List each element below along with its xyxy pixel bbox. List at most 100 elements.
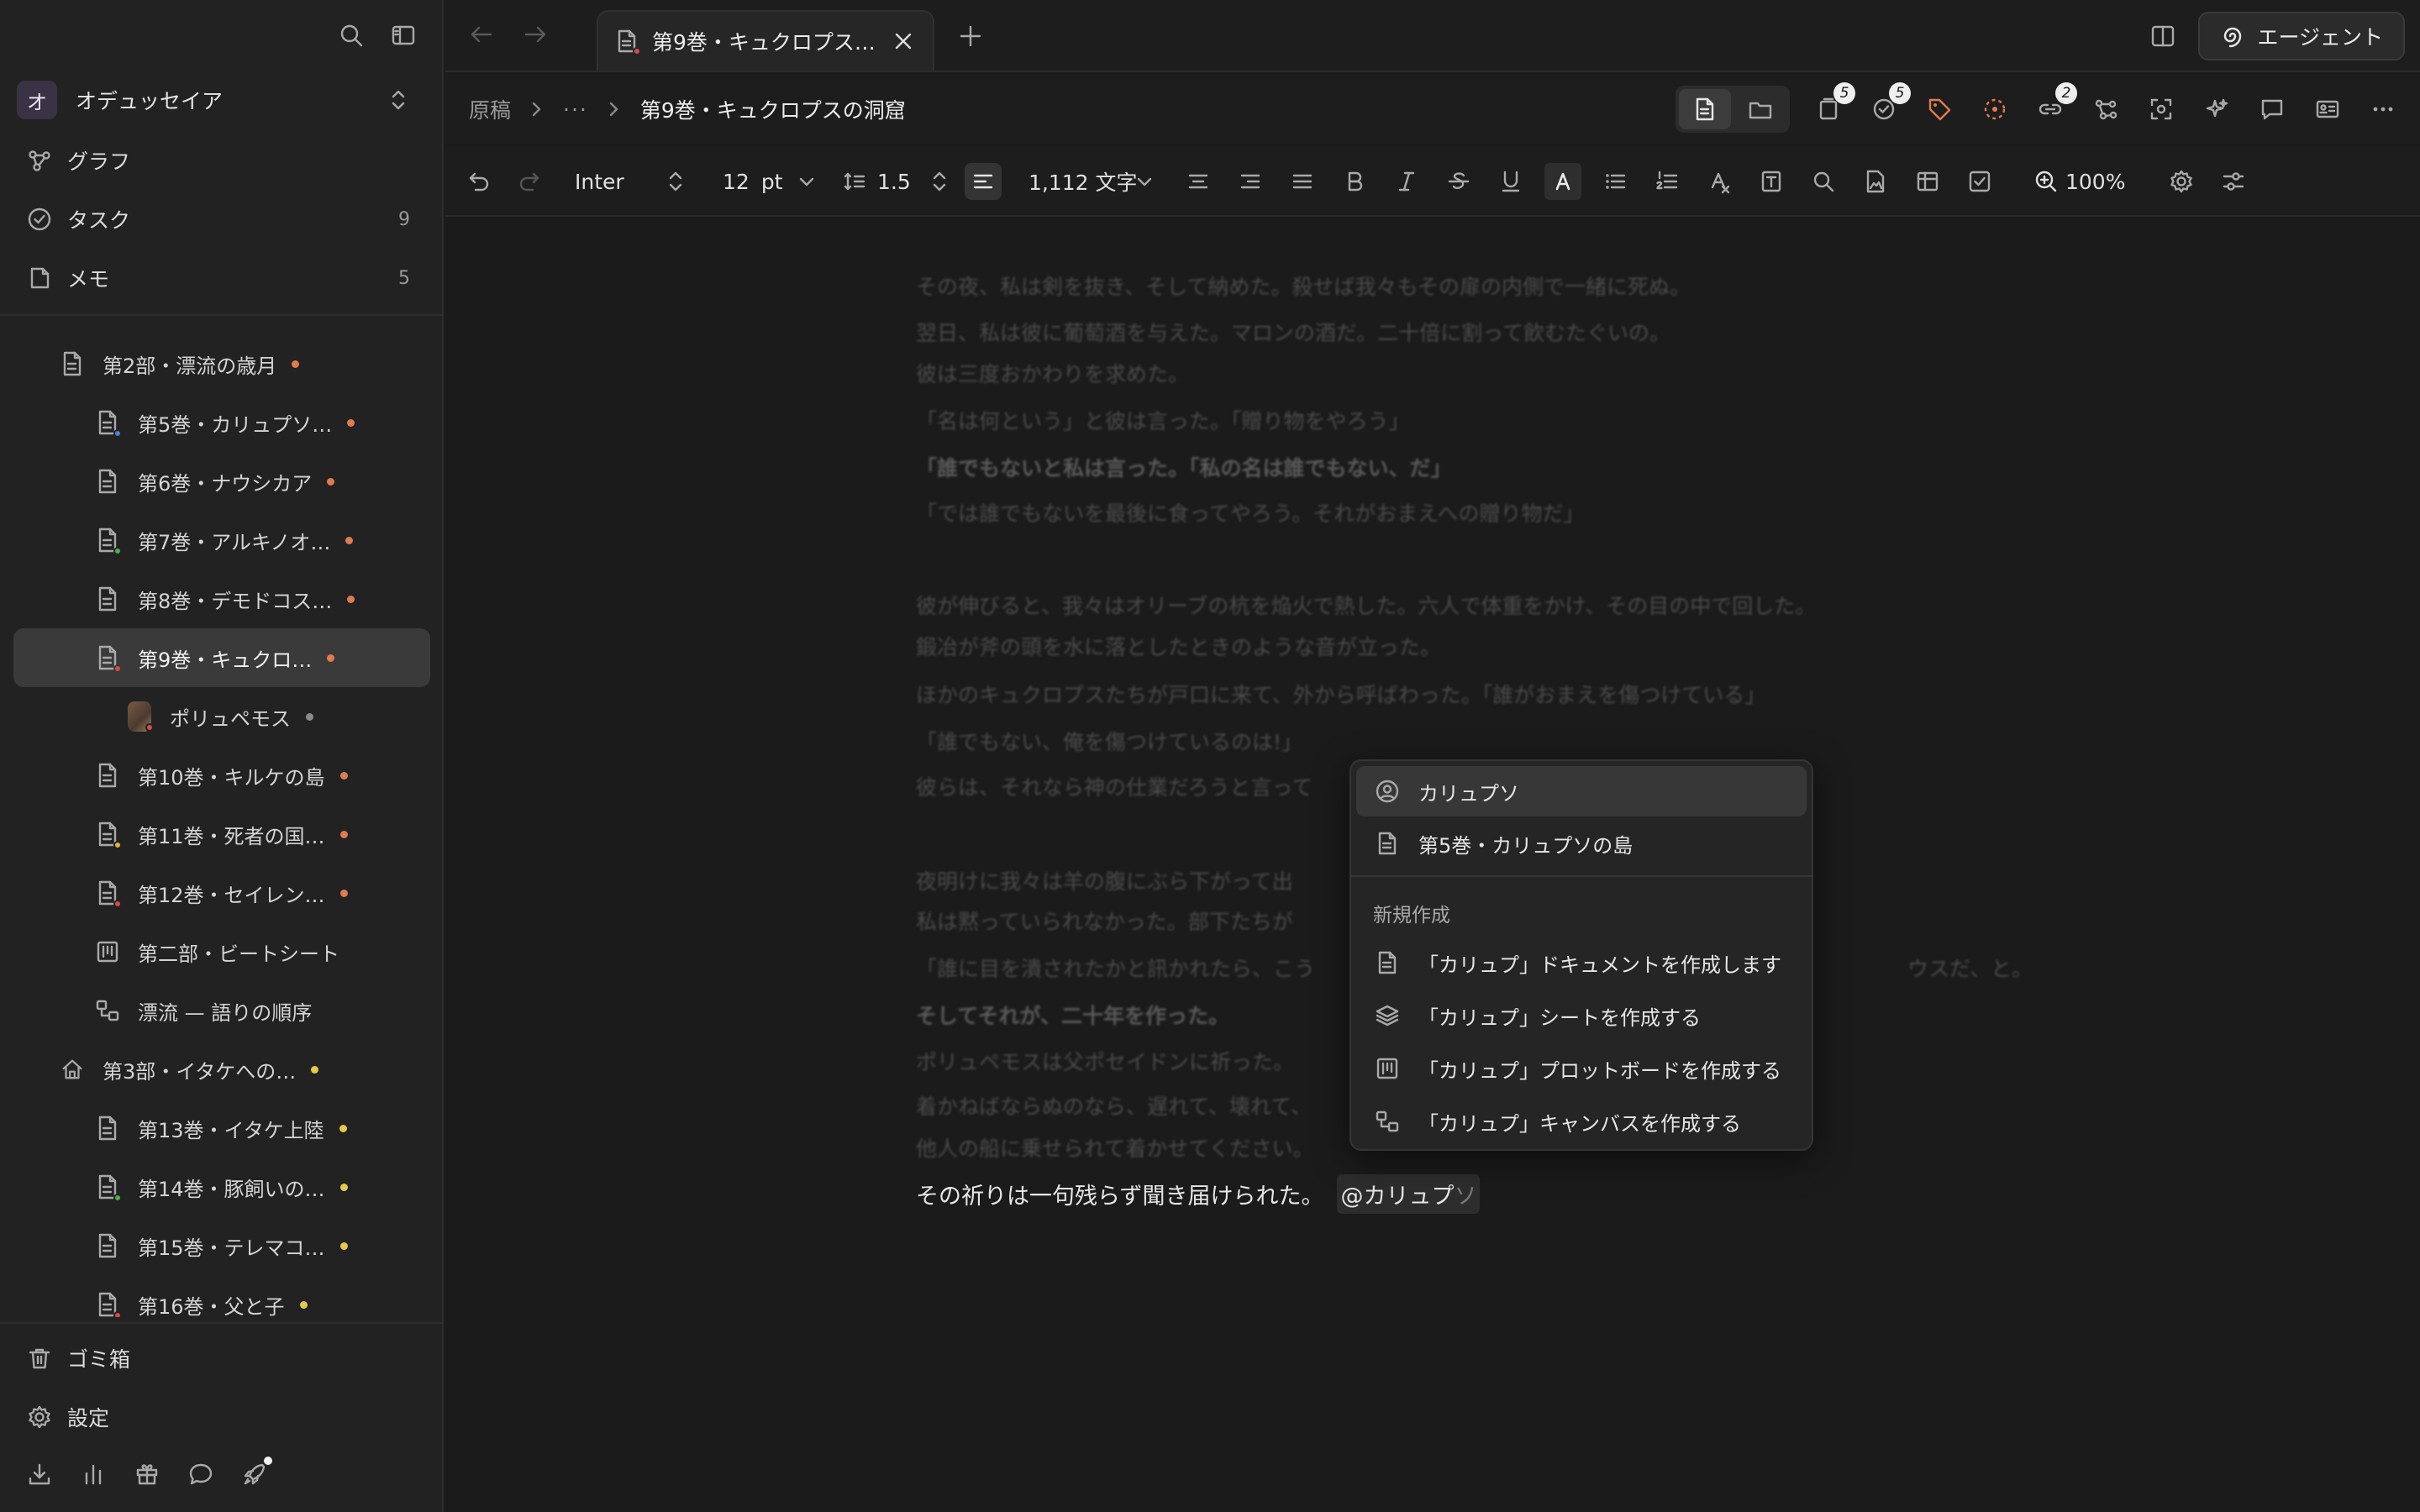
tree-item[interactable]: 第13巻・イタケ上陸 bbox=[0, 1099, 444, 1158]
search-icon[interactable] bbox=[338, 22, 365, 49]
tree-item[interactable]: 第15巻・テレマコ… bbox=[0, 1216, 444, 1275]
document-tools: 5 5 2 bbox=[1676, 82, 2400, 133]
bold-icon[interactable] bbox=[1336, 146, 1373, 217]
workspace-switcher[interactable]: オ オデュッセイア bbox=[17, 81, 427, 119]
font-size-select[interactable]: 12 pt bbox=[723, 146, 817, 217]
forward-arrow-icon[interactable] bbox=[521, 20, 550, 49]
align-justify-icon[interactable] bbox=[1284, 146, 1321, 217]
text-line: 「では誰でもないを最後に食ってやろう。それがおまえへの贈り物だ」 bbox=[916, 501, 1585, 526]
mention-input[interactable]: @カリュプソ bbox=[1337, 1174, 1481, 1214]
sidebar-item-graph[interactable]: グラフ bbox=[0, 131, 444, 190]
gift-icon[interactable] bbox=[133, 1460, 161, 1488]
sidebar-item-trash[interactable]: ゴミ箱 bbox=[0, 1329, 444, 1388]
insert-checkbox-icon[interactable] bbox=[1961, 146, 1998, 217]
folder-view-icon[interactable] bbox=[1734, 89, 1786, 129]
line-height-select[interactable]: 1.5 bbox=[842, 146, 950, 217]
zoom-control[interactable]: 100% bbox=[2033, 146, 2126, 217]
suggestion-item[interactable]: 第5巻・カリュプソの島 bbox=[1356, 818, 1807, 869]
create-document-item[interactable]: 「カリュプ」ドキュメントを作成します bbox=[1356, 937, 1807, 988]
status-dashed-circle-icon[interactable] bbox=[1978, 92, 2012, 126]
cards-icon[interactable]: 5 bbox=[1812, 82, 1855, 126]
document-view-icon[interactable] bbox=[1679, 89, 1731, 129]
tree-item[interactable]: 第12巻・セイレン… bbox=[0, 864, 444, 922]
line-height-value: 1.5 bbox=[877, 169, 911, 194]
tasks-check-icon[interactable]: 5 bbox=[1867, 82, 1911, 126]
underline-icon[interactable] bbox=[1492, 146, 1529, 217]
create-plotboard-item[interactable]: 「カリュプ」プロットボードを作成する bbox=[1356, 1043, 1807, 1094]
suggestion-label: カリュプソ bbox=[1418, 781, 1519, 806]
color-dot bbox=[327, 477, 335, 486]
current-text-line[interactable]: その祈りは一句残らず聞き届けられた。 @カリュプソ bbox=[916, 1174, 1481, 1214]
tag-icon[interactable] bbox=[1923, 92, 1956, 126]
tree-item[interactable]: 第14巻・豚飼いの… bbox=[0, 1158, 444, 1216]
text-line: 彼らは、それなら神の仕業だろうと言って bbox=[916, 775, 1313, 800]
tree-item[interactable]: ポリュペモス bbox=[0, 687, 444, 746]
redo-icon[interactable] bbox=[511, 146, 548, 217]
agent-button[interactable]: エージェント bbox=[2198, 12, 2405, 60]
tree-item[interactable]: 第二部・ビートシート bbox=[0, 922, 444, 981]
sidebar-item-memo[interactable]: メモ 5 bbox=[0, 249, 444, 307]
split-view-icon[interactable] bbox=[2149, 23, 2176, 50]
id-card-icon[interactable] bbox=[2311, 92, 2344, 126]
download-icon[interactable] bbox=[25, 1460, 54, 1488]
breadcrumb-root[interactable]: 原稿 bbox=[469, 94, 511, 124]
color-dot bbox=[339, 1183, 348, 1191]
sidebar-item-label: タスク bbox=[67, 208, 131, 233]
bullet-list-icon[interactable] bbox=[1597, 146, 1634, 217]
focus-scan-icon[interactable] bbox=[2144, 92, 2178, 126]
suggestion-item[interactable]: カリュプソ bbox=[1356, 766, 1807, 816]
breadcrumb-ellipsis[interactable]: ··· bbox=[563, 97, 588, 122]
new-tab-plus-icon[interactable] bbox=[956, 22, 985, 50]
stats-chart-icon[interactable] bbox=[79, 1460, 108, 1488]
create-label: 「カリュプ」キャンバスを作成する bbox=[1418, 1111, 1741, 1136]
undo-icon[interactable] bbox=[460, 146, 497, 217]
back-arrow-icon[interactable] bbox=[467, 20, 496, 49]
tree-item[interactable]: 漂流 — 語りの順序 bbox=[0, 981, 444, 1040]
italic-icon[interactable] bbox=[1388, 146, 1425, 217]
more-horizontal-icon[interactable] bbox=[2366, 92, 2400, 126]
tree-item[interactable]: 第11巻・死者の国… bbox=[0, 805, 444, 864]
rocket-icon[interactable] bbox=[240, 1457, 272, 1488]
font-family-select[interactable]: Inter bbox=[575, 146, 686, 217]
align-left-toggle[interactable] bbox=[965, 146, 1002, 217]
sidebar-toggle-icon[interactable] bbox=[390, 22, 417, 49]
insert-image-icon[interactable] bbox=[1857, 146, 1894, 217]
comment-icon[interactable] bbox=[2255, 92, 2289, 126]
tree-item[interactable]: 第10巻・キルケの島 bbox=[0, 746, 444, 805]
link-icon[interactable]: 2 bbox=[2033, 82, 2077, 126]
text-line: 翌日、私は彼に葡萄酒を与えた。マロンの酒だ。二十倍に割って飲むたぐいの。 bbox=[916, 321, 1671, 345]
tree-item[interactable]: 第9巻・キュクロ… bbox=[13, 628, 430, 687]
clear-format-icon[interactable] bbox=[1701, 146, 1738, 217]
align-center-icon[interactable] bbox=[1180, 146, 1217, 217]
breadcrumb: 原稿 ··· 第9巻・キュクロプスの洞窟 bbox=[469, 94, 906, 124]
strikethrough-icon[interactable] bbox=[1440, 146, 1477, 217]
find-search-icon[interactable] bbox=[1805, 146, 1842, 217]
tree-item[interactable]: 第16巻・父と子 bbox=[0, 1275, 444, 1317]
create-sheet-item[interactable]: 「カリュプ」シートを作成する bbox=[1356, 990, 1807, 1041]
insert-table-icon[interactable] bbox=[1909, 146, 1946, 217]
editor-settings-gear-icon[interactable] bbox=[2163, 146, 2200, 217]
tab-active-document[interactable]: 第9巻・キュクロプス… bbox=[597, 10, 934, 71]
sidebar-item-tasks[interactable]: タスク 9 bbox=[0, 190, 444, 249]
tree-item[interactable]: 第7巻・アルキノオ… bbox=[0, 511, 444, 570]
tree-item[interactable]: 第6巻・ナウシカア bbox=[0, 452, 444, 511]
align-right-icon[interactable] bbox=[1232, 146, 1269, 217]
tree-item[interactable]: 第5巻・カリュプソ… bbox=[0, 393, 444, 452]
tree-item[interactable]: 第3部・イタケへの… bbox=[0, 1040, 444, 1099]
word-count-select[interactable]: 1,112 文字 bbox=[1028, 146, 1155, 217]
chat-bubble-icon[interactable] bbox=[187, 1460, 215, 1488]
ai-sparkle-icon[interactable] bbox=[2200, 92, 2233, 126]
chevron-right-icon bbox=[607, 99, 622, 119]
text-color-icon[interactable] bbox=[1544, 146, 1581, 217]
tree-item[interactable]: 第8巻・デモドコス… bbox=[0, 570, 444, 628]
numbered-list-icon[interactable] bbox=[1649, 146, 1686, 217]
close-icon[interactable] bbox=[892, 30, 914, 52]
create-canvas-item[interactable]: 「カリュプ」キャンバスを作成する bbox=[1356, 1096, 1807, 1147]
tree-item-label: 第10巻・キルケの島 bbox=[138, 765, 325, 790]
text-box-icon[interactable] bbox=[1753, 146, 1790, 217]
tree-item[interactable]: 第2部・漂流の歳月 bbox=[0, 334, 444, 393]
graph-connections-icon[interactable] bbox=[2089, 92, 2123, 126]
sliders-icon[interactable] bbox=[2215, 146, 2252, 217]
sidebar-item-settings[interactable]: 設定 bbox=[0, 1388, 444, 1446]
task-count: 9 bbox=[398, 208, 410, 230]
